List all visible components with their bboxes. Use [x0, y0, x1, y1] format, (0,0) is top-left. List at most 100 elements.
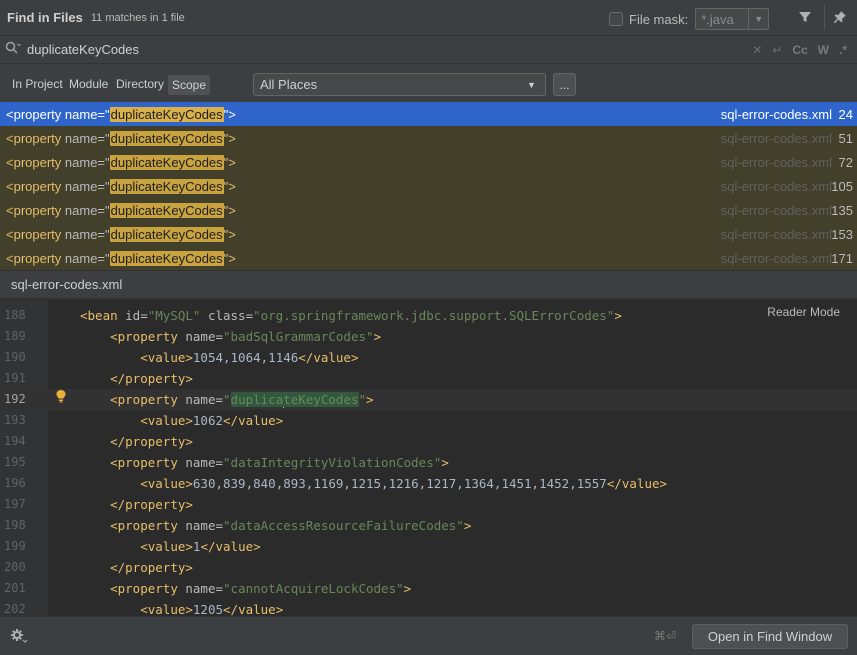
match-highlight: duplicateKeyCodes — [109, 202, 224, 218]
search-options: ✕ ↵ Cc W .* — [752, 36, 857, 63]
match-highlight: duplicateKeyCodes — [109, 154, 224, 170]
result-code: <property name="duplicateKeyCodes"> — [6, 154, 236, 170]
line-number: 200 — [4, 560, 26, 574]
line-number: 195 — [4, 455, 26, 469]
result-line: 171 — [831, 250, 853, 266]
line-number: 193 — [4, 413, 26, 427]
result-row[interactable]: <property name="duplicateKeyCodes"> sql-… — [0, 222, 857, 246]
match-count: 11 matches in 1 file — [90, 11, 185, 24]
line-number: 191 — [4, 371, 26, 385]
result-line: 51 — [838, 130, 853, 146]
line-number: 189 — [4, 329, 26, 343]
result-file: sql-error-codes.xml — [720, 202, 832, 218]
result-file: sql-error-codes.xml — [720, 106, 832, 122]
search-input[interactable]: duplicateKeyCodes — [27, 42, 139, 57]
whole-words-toggle[interactable]: W — [818, 43, 829, 57]
code-line: 191 </property> — [0, 368, 857, 389]
match-highlight: duplicateKeyCodes — [109, 130, 224, 146]
code-line: 196 <value>630,839,840,893,1169,1215,121… — [0, 473, 857, 494]
match-highlight: duplicateKeyCodes — [109, 250, 224, 266]
file-mask: File mask: *.java ▼ — [609, 8, 770, 30]
file-mask-combo[interactable]: *.java ▼ — [695, 8, 770, 30]
code-line: 199 <value>1</value> — [0, 536, 857, 557]
open-in-find-window-button[interactable]: Open in Find Window — [692, 624, 848, 649]
more-button[interactable]: ... — [553, 73, 576, 96]
match-highlight: duplicateKeyCodes — [109, 226, 224, 242]
line-number: 194 — [4, 434, 26, 448]
line-number: 192 — [4, 392, 26, 406]
result-code: <property name="duplicateKeyCodes"> — [6, 106, 236, 122]
chevron-down-icon[interactable]: ▼ — [748, 9, 768, 29]
footer: ⌘⏎ Open in Find Window — [0, 616, 857, 655]
code-line: 194 </property> — [0, 431, 857, 452]
result-code: <property name="duplicateKeyCodes"> — [6, 226, 236, 242]
result-code: <property name="duplicateKeyCodes"> — [6, 202, 236, 218]
current-code-line: 192 <property name="duplicateKeyCodes"> — [0, 389, 857, 410]
result-row[interactable]: <property name="duplicateKeyCodes"> sql-… — [0, 126, 857, 150]
tab-directory[interactable]: Directory — [116, 77, 164, 91]
result-row[interactable]: <property name="duplicateKeyCodes"> sql-… — [0, 174, 857, 198]
filter-icon[interactable] — [796, 8, 814, 26]
clear-icon[interactable]: ✕ — [752, 43, 762, 57]
result-file: sql-error-codes.xml — [720, 178, 832, 194]
code-line: 200 </property> — [0, 557, 857, 578]
result-code: <property name="duplicateKeyCodes"> — [6, 178, 236, 194]
result-line: 105 — [831, 178, 853, 194]
result-line: 72 — [838, 154, 853, 170]
search-row: duplicateKeyCodes ✕ ↵ Cc W .* — [0, 35, 857, 64]
result-file: sql-error-codes.xml — [720, 226, 832, 242]
preview-file-name: sql-error-codes.xml — [11, 277, 123, 292]
code-line: 193 <value>1062</value> — [0, 410, 857, 431]
file-mask-label: File mask: — [629, 11, 689, 27]
result-row[interactable]: <property name="duplicateKeyCodes"> sql-… — [0, 150, 857, 174]
line-number: 199 — [4, 539, 26, 553]
line-number: 197 — [4, 497, 26, 511]
line-number: 196 — [4, 476, 26, 490]
scope-row: In Project Module Directory Scope All Pl… — [0, 64, 857, 102]
code-line: 197 </property> — [0, 494, 857, 515]
result-row[interactable]: <property name="duplicateKeyCodes"> sql-… — [0, 246, 857, 270]
result-file: sql-error-codes.xml — [720, 154, 832, 170]
code-preview[interactable]: Reader Mode 188 <bean id="MySQL" class="… — [0, 299, 857, 616]
result-file: sql-error-codes.xml — [720, 250, 832, 266]
chevron-down-icon: ▼ — [527, 79, 536, 90]
match-highlight: duplicateKeyCodes — [109, 178, 224, 194]
tab-in-project[interactable]: In Project — [12, 77, 63, 91]
code-line: 188 <bean id="MySQL" class="org.springfr… — [0, 305, 857, 326]
search-icon[interactable] — [5, 41, 21, 58]
result-line: 24 — [838, 106, 853, 122]
code-line: 189 <property name="badSqlGrammarCodes"> — [0, 326, 857, 347]
match-case-toggle[interactable]: Cc — [792, 43, 807, 57]
code-line: 190 <value>1054,1064,1146</value> — [0, 347, 857, 368]
code-line: 201 <property name="cannotAcquireLockCod… — [0, 578, 857, 599]
results-list: <property name="duplicateKeyCodes"> sql-… — [0, 102, 857, 270]
result-code: <property name="duplicateKeyCodes"> — [6, 250, 236, 266]
result-row[interactable]: <property name="duplicateKeyCodes"> sql-… — [0, 198, 857, 222]
regex-toggle[interactable]: .* — [839, 43, 847, 57]
find-header: Find in Files 11 matches in 1 file File … — [0, 0, 857, 35]
tab-scope[interactable]: Scope — [168, 75, 211, 95]
preview-file-header: sql-error-codes.xml — [0, 270, 857, 299]
match-highlight: duplica — [230, 392, 284, 407]
shortcut-hint: ⌘⏎ — [654, 629, 677, 643]
gear-icon[interactable] — [10, 628, 28, 647]
file-mask-checkbox[interactable] — [609, 12, 623, 26]
line-number: 190 — [4, 350, 26, 364]
result-line: 135 — [831, 202, 853, 218]
scope-select-value: All Places — [260, 77, 318, 92]
divider — [824, 5, 825, 30]
line-number: 198 — [4, 518, 26, 532]
result-code: <property name="duplicateKeyCodes"> — [6, 130, 236, 146]
result-row[interactable]: <property name="duplicateKeyCodes"> sql-… — [0, 102, 857, 126]
new-line-icon[interactable]: ↵ — [772, 43, 782, 57]
tab-module[interactable]: Module — [69, 77, 108, 91]
lightbulb-icon[interactable] — [55, 389, 67, 403]
match-highlight: duplicateKeyCodes — [109, 106, 224, 122]
line-number: 202 — [4, 602, 26, 616]
code-line: 195 <property name="dataIntegrityViolati… — [0, 452, 857, 473]
code-line: 202 <value>1205</value> — [0, 599, 857, 616]
result-line: 153 — [831, 226, 853, 242]
scope-select[interactable]: All Places ▼ — [253, 73, 546, 96]
dialog-title: Find in Files — [7, 10, 83, 25]
pin-icon[interactable] — [831, 8, 849, 26]
